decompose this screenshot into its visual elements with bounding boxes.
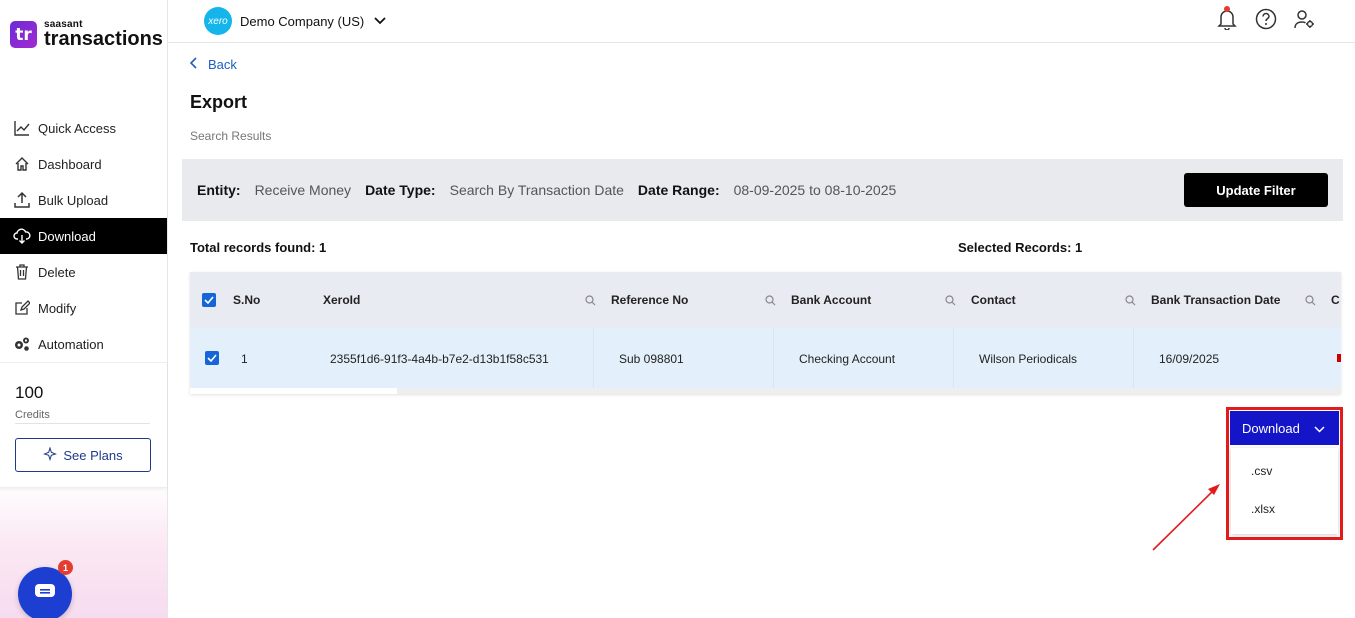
user-settings-icon [1294, 9, 1316, 34]
notification-dot [1224, 6, 1230, 12]
company-selector[interactable]: xero Demo Company (US) [204, 7, 386, 35]
sidebar-item-label: Automation [38, 336, 104, 352]
top-bar: xero Demo Company (US) [168, 0, 1355, 43]
column-divider [1133, 328, 1134, 388]
table-header: S.No XeroId Reference No Bank Account Co… [190, 272, 1341, 328]
sidebar-item-label: Modify [38, 300, 77, 316]
date-range-label: Date Range: [637, 182, 720, 198]
chart-line-icon [13, 119, 31, 137]
sidebar-item-label: Download [38, 228, 96, 244]
brand-logo[interactable]: tr saasant transactions [10, 20, 163, 49]
search-icon[interactable] [1125, 293, 1136, 311]
cell-xeroid: 2355f1d6-91f3-4a4b-b7e2-d13b1f58c531 [330, 352, 549, 366]
gears-icon [13, 335, 31, 353]
date-range-value: 08-09-2025 to 08-10-2025 [733, 182, 897, 198]
cell-reference-no: Sub 098801 [619, 352, 684, 366]
brand-big-text: transactions [44, 28, 163, 50]
see-plans-button[interactable]: See Plans [15, 438, 151, 472]
column-header-bank-transaction-date[interactable]: Bank Transaction Date [1151, 293, 1280, 307]
sidebar-item-download[interactable]: Download [0, 218, 167, 254]
date-type-label: Date Type: [365, 182, 436, 198]
search-icon[interactable] [945, 293, 956, 311]
sidebar-item-label: Dashboard [38, 156, 102, 172]
credits-value: 100 [15, 383, 44, 402]
xero-logo-icon: xero [204, 7, 232, 35]
help-button[interactable] [1254, 8, 1278, 35]
home-icon [13, 155, 31, 173]
saasant-logo-icon: tr [10, 21, 37, 48]
filter-summary-bar: Entity: Receive Money Date Type: Search … [182, 159, 1343, 221]
column-header-xeroid[interactable]: XeroId [323, 293, 360, 307]
cell-bank-transaction-date: 16/09/2025 [1159, 352, 1220, 366]
date-type-value: Search By Transaction Date [449, 182, 624, 198]
see-plans-label: See Plans [63, 447, 123, 463]
upload-icon [13, 191, 31, 209]
sidebar-item-delete[interactable]: Delete [0, 254, 167, 290]
sidebar-item-bulk-upload[interactable]: Bulk Upload [0, 182, 167, 218]
results-table: S.No XeroId Reference No Bank Account Co… [190, 272, 1341, 394]
column-header-reference-no[interactable]: Reference No [611, 293, 688, 307]
cell-contact: Wilson Periodicals [979, 352, 1078, 366]
filter-summary: Entity: Receive Money Date Type: Search … [197, 182, 910, 198]
sidebar-item-quick-access[interactable]: Quick Access [0, 110, 167, 146]
help-icon [1255, 8, 1277, 35]
chevron-left-icon [189, 57, 198, 72]
sparkle-icon [43, 445, 58, 464]
sidebar-nav: Quick Access Dashboard Bulk Upload Downl… [0, 110, 167, 362]
page-title: Export [190, 92, 248, 112]
download-button[interactable]: Download [1230, 411, 1339, 445]
chat-notification-badge: 1 [58, 560, 73, 575]
back-label: Back [208, 57, 237, 72]
download-option-xlsx[interactable]: .xlsx [1251, 502, 1275, 516]
user-settings-button[interactable] [1293, 9, 1317, 33]
annotation-arrow [1152, 484, 1220, 551]
column-divider [773, 328, 774, 388]
edit-icon [13, 299, 31, 317]
column-divider [593, 328, 594, 388]
chevron-down-icon [1314, 421, 1325, 436]
search-icon[interactable] [765, 293, 776, 311]
horizontal-scrollbar[interactable] [397, 388, 1341, 394]
credits-label: Credits [15, 409, 50, 421]
company-name: Demo Company (US) [240, 13, 365, 29]
header-actions [1215, 6, 1317, 35]
cell-bank-account: Checking Account [799, 352, 896, 366]
sidebar-item-label: Quick Access [38, 120, 117, 136]
column-divider [953, 328, 954, 388]
download-label: Download [1242, 420, 1300, 436]
entity-value: Receive Money [254, 182, 352, 198]
credits-divider [15, 423, 150, 424]
sidebar: tr saasant transactions Quick Access Das… [0, 0, 168, 618]
chevron-down-icon [374, 12, 386, 30]
back-link[interactable]: Back [189, 57, 237, 72]
download-format-menu: .csv .xlsx [1231, 448, 1338, 534]
trash-icon [13, 263, 31, 281]
cloud-download-icon [13, 227, 31, 245]
chat-icon [34, 583, 56, 606]
column-header-truncated[interactable]: C [1331, 293, 1340, 307]
download-option-csv[interactable]: .csv [1251, 464, 1272, 478]
column-header-bank-account[interactable]: Bank Account [791, 293, 871, 307]
column-header-sno[interactable]: S.No [233, 293, 260, 307]
truncated-cell-marker [1337, 354, 1341, 362]
entity-label: Entity: [197, 182, 241, 198]
sidebar-item-dashboard[interactable]: Dashboard [0, 146, 167, 182]
sidebar-item-automation[interactable]: Automation [0, 326, 167, 362]
select-all-checkbox[interactable] [202, 293, 216, 307]
selected-records: Selected Records: 1 [958, 240, 1083, 255]
search-icon[interactable] [585, 293, 596, 311]
page-subtitle: Search Results [190, 129, 272, 143]
sidebar-item-label: Delete [38, 264, 76, 280]
row-checkbox[interactable] [205, 351, 219, 365]
column-header-contact[interactable]: Contact [971, 293, 1016, 307]
total-records: Total records found: 1 [190, 240, 327, 255]
sidebar-item-modify[interactable]: Modify [0, 290, 167, 326]
sidebar-item-label: Bulk Upload [38, 192, 109, 208]
table-row[interactable]: 1 2355f1d6-91f3-4a4b-b7e2-d13b1f58c531 S… [190, 328, 1341, 388]
search-icon[interactable] [1305, 293, 1316, 311]
update-filter-button[interactable]: Update Filter [1184, 173, 1328, 207]
cell-sno: 1 [241, 352, 248, 366]
notifications-button[interactable] [1215, 6, 1239, 33]
credits-panel: 100 Credits See Plans [0, 362, 167, 488]
